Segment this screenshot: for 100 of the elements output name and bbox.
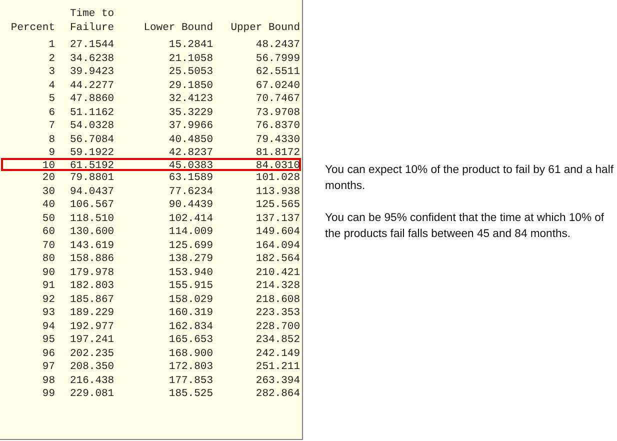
table-cell-text: 63.1589 [168,172,213,186]
table-cell-text: 42.8237 [168,147,213,160]
table-cell-text: 92 [41,294,55,307]
table-cell-text: 97 [41,361,55,374]
table-cell-text: 218.608 [254,294,300,307]
table-cell-text: 76.8370 [254,120,300,134]
table-cell-text: 94.0437 [69,186,116,199]
table-cell-text: 216.438 [69,374,116,388]
table-cell-text: 90 [41,266,55,280]
table-cell-text: 182.564 [254,253,300,266]
table-cell-text: 73.9708 [254,106,300,120]
table-cell-text: 48.2437 [254,39,300,52]
table-cell-text: 208.350 [69,361,116,374]
table-cell-text: 242.149 [254,348,300,361]
table-cell-text: 29.1850 [168,80,213,93]
table-cell-text: 21.1058 [168,52,213,66]
table-cell-text: 165.653 [168,334,213,348]
table-cell-text: 125.699 [168,240,213,253]
table-cell-text: 70 [41,240,55,253]
table-cell-text: 185.867 [69,294,116,307]
table-cell-text: 189.229 [69,307,116,320]
table-cell-text: 93 [41,307,55,320]
table-cell-text: 185.525 [168,388,213,402]
table-cell-text: 60 [41,226,55,240]
column-header: Percent [10,21,55,35]
table-cell-text: 1 [48,39,55,52]
table-cell-text: 158.029 [168,294,213,307]
table-cell-text: 6 [48,106,55,120]
table-cell-text: 35.3229 [168,106,213,120]
column-header: Time to Failure [69,7,114,35]
table-cell-text: 101.028 [254,172,300,186]
table-cell-text: 40.4850 [168,134,213,147]
table-cell-text: 15.2841 [168,39,213,52]
table-cell-text: 27.1544 [69,39,116,52]
table-cell-text: 153.940 [168,266,213,280]
table-cell-text: 2 [48,52,55,66]
table-cell-text: 113.938 [254,186,300,199]
table-cell-text: 8 [48,134,55,147]
table-cell-text: 37.9966 [168,120,213,134]
column-header: Upper Bound [230,21,300,35]
table-cell-text: 177.853 [168,374,213,388]
table-cell-text: 9 [48,147,55,160]
table-cell-text: 137.137 [254,212,300,226]
table-cell-text: 214.328 [254,280,300,294]
table-cell-text: 106.567 [69,199,116,212]
table-cell-text: 99 [41,388,55,402]
table-cell-text: 50 [41,212,55,226]
table-cell-text: 34.6238 [69,52,116,66]
table-cell-text: 59.1922 [69,147,116,160]
table-cell-text: 138.279 [168,253,213,266]
table-cell-text: 96 [41,348,55,361]
table-cell-text: 263.394 [254,374,300,388]
column-header: Lower Bound [142,21,213,35]
table-cell-text: 40 [41,199,55,212]
table-cell-text: 67.0240 [254,80,300,93]
note-text: You can expect 10% of the product to fail by 61 and a half months. [325,163,614,194]
table-cell-text: 70.7467 [254,93,300,106]
table-cell-text: 182.803 [69,280,116,294]
table-cell-text: 149.604 [254,226,300,240]
table-cell-text: 234.852 [254,334,300,348]
table-cell-text: 164.094 [254,240,300,253]
table-cell-text: 162.834 [168,320,213,334]
table-cell-text: 197.241 [69,334,116,348]
table-cell-text: 168.900 [168,348,213,361]
table-cell-text: 192.977 [69,320,116,334]
table-cell-text: 77.6234 [168,186,213,199]
table-cell-text: 5 [48,93,55,106]
table-cell-text: 125.565 [254,199,300,212]
table-cell-text: 102.414 [168,212,213,226]
table-cell-text: 56.7999 [254,52,300,66]
table-cell-text: 56.7084 [69,134,116,147]
table-cell-text: 251.211 [254,361,300,374]
table-cell-text: 47.8860 [69,93,116,106]
table-cell-text: 90.4439 [168,199,213,212]
table-cell-text: 4 [48,80,55,93]
table-cell-text: 61.5192 [69,160,116,173]
table-cell-text: 54.0328 [69,120,116,134]
table-cell-text: 160.319 [168,307,213,320]
table-cell-text: 130.600 [69,226,116,240]
table-cell-text: 79.4330 [254,134,300,147]
table-cell-text: 202.235 [69,348,116,361]
table-cell-text: 223.353 [254,307,300,320]
table-cell-text: 62.5511 [254,66,300,80]
table-cell-text: 98 [41,374,55,388]
table-cell-text: 143.619 [69,240,116,253]
table-cell-text: 95 [41,334,55,348]
table-cell-text: 51.1162 [69,106,116,120]
table-cell-text: 179.978 [69,266,116,280]
table-cell-text: 80 [41,253,55,266]
table-cell-text: 118.510 [69,212,116,226]
table-cell-text: 39.9423 [69,66,116,80]
table-cell-text: 7 [48,120,55,134]
table-cell-text: 79.8801 [69,172,116,186]
table-cell-text: 114.009 [168,226,213,240]
table-cell-text: 155.915 [168,280,213,294]
table-cell-text: 210.421 [254,266,300,280]
table-cell-text: 228.700 [254,320,300,334]
table-cell-text: 81.8172 [254,147,300,160]
table-cell-text: 229.081 [69,388,116,402]
table-cell-text: 20 [41,172,55,186]
